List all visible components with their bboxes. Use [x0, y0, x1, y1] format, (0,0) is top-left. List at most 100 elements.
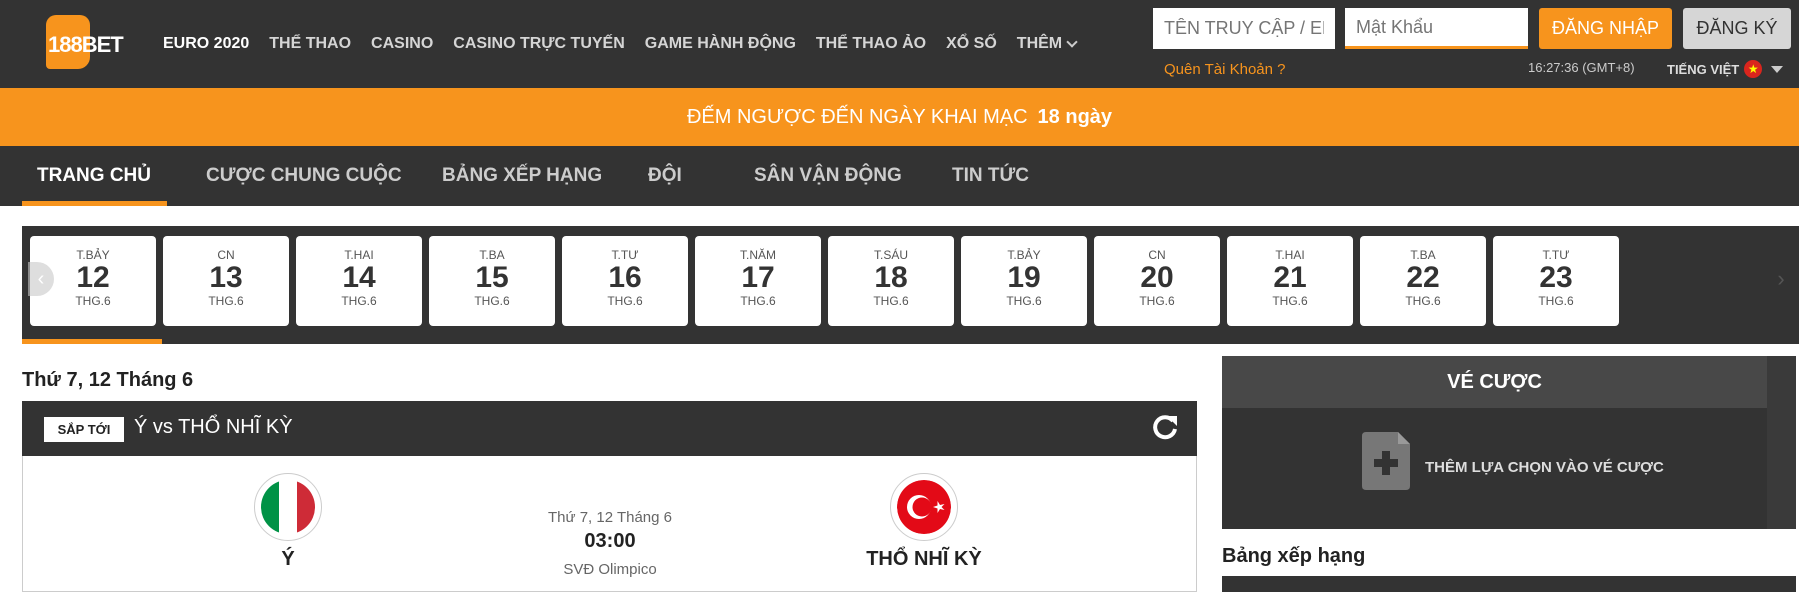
date-month: THG.6	[208, 294, 244, 308]
refresh-icon[interactable]	[1150, 412, 1180, 442]
date-card[interactable]: T.SÁU 18 THG.6	[828, 236, 954, 326]
date-day: 19	[1007, 261, 1041, 294]
countdown-text: ĐẾM NGƯỢC ĐẾN NGÀY KHAI MẠC	[686, 105, 1028, 128]
date-dow: T.BẢY	[1007, 248, 1041, 262]
nav-item-label: THÊM	[1016, 35, 1063, 52]
date-day: 15	[475, 261, 509, 294]
date-dow: CN	[1148, 248, 1166, 262]
date-dow: T.TƯ	[611, 248, 639, 262]
nav-item-label: EURO 2020	[163, 35, 250, 52]
language-label: TIẾNG VIỆT	[1667, 61, 1740, 77]
date-dow: T.NĂM	[740, 248, 776, 262]
forgot-account-link[interactable]: Quên Tài Khoản ?	[1164, 61, 1285, 78]
home-team-name: Ý	[281, 548, 295, 570]
match-date: Thứ 7, 12 Tháng 6	[547, 509, 672, 526]
date-month: THG.6	[1272, 294, 1308, 308]
date-day: 18	[874, 261, 908, 294]
date-day: 14	[342, 261, 376, 294]
nav-item-0[interactable]: EURO 2020	[163, 35, 249, 53]
date-dow: T.BA	[479, 248, 505, 262]
date-month: THG.6	[1405, 294, 1441, 308]
date-card[interactable]: CN 20 THG.6	[1094, 236, 1220, 326]
brand-logo[interactable]: 188BET	[46, 15, 130, 69]
date-day: 22	[1406, 261, 1440, 294]
match-time: 03:00	[584, 530, 636, 552]
carousel-position-indicator	[22, 339, 162, 344]
date-card[interactable]: T.TƯ 23 THG.6	[1493, 236, 1619, 326]
subnav-tab-5[interactable]: TIN TỨC	[952, 146, 1029, 206]
date-dow: T.HAI	[1275, 248, 1305, 262]
nav-item-7[interactable]: THÊM	[1016, 35, 1078, 53]
countdown-banner: ĐẾM NGƯỢC ĐẾN NGÀY KHAI MẠC 18 ngày	[0, 88, 1799, 146]
bet-slip-title: VÉ CƯỢC	[1222, 356, 1767, 408]
subnav-tab-0[interactable]: TRANG CHỦ	[37, 146, 151, 206]
chevron-right-icon[interactable]: ›	[1768, 262, 1794, 296]
status-badge: SẮP TỚI	[44, 417, 124, 442]
nav-item-label: THỂ THAO	[269, 35, 352, 52]
date-month: THG.6	[75, 294, 111, 308]
date-month: THG.6	[607, 294, 643, 308]
euro-subnav: TRANG CHỦ CƯỢC CHUNG CUỘC BẢNG XẾP HẠNG ĐỘI…	[0, 146, 1799, 206]
date-card[interactable]: T.BẢY 19 THG.6	[961, 236, 1087, 326]
nav-item-3[interactable]: CASINO TRỰC TUYẾN	[453, 35, 625, 53]
chevron-down-icon	[1066, 35, 1078, 48]
subnav-tab-1[interactable]: CƯỢC CHUNG CUỘC	[206, 146, 402, 206]
date-dow: T.BẢY	[76, 248, 110, 262]
date-day: 13	[209, 261, 243, 294]
logo-text: 188BET	[48, 32, 124, 57]
date-card[interactable]: T.BA 15 THG.6	[429, 236, 555, 326]
date-month: THG.6	[341, 294, 377, 308]
date-dow: T.BA	[1410, 248, 1436, 262]
date-card[interactable]: T.HAI 14 THG.6	[296, 236, 422, 326]
date-carousel: T.BẢY 12 THG.6 CN 13 THG.6 T.HAI 14 THG.6 T.BA 15 T…	[22, 226, 1799, 344]
nav-item-label: THỂ THAO ẢO	[815, 35, 927, 52]
date-month: THG.6	[1538, 294, 1574, 308]
date-heading: Thứ 7, 12 Tháng 6	[22, 369, 194, 391]
nav-item-4[interactable]: GAME HÀNH ĐỘNG	[645, 35, 796, 53]
turkey-flag-icon	[890, 473, 958, 541]
date-month: THG.6	[1006, 294, 1042, 308]
vietnam-flag-icon: ★	[1744, 60, 1763, 78]
date-dow: CN	[217, 248, 235, 262]
date-day: 23	[1539, 261, 1573, 294]
nav-item-label: CASINO	[371, 35, 434, 52]
nav-item-5[interactable]: THỂ THAO ẢO	[816, 35, 926, 53]
nav-item-label: CASINO TRỰC TUYẾN	[453, 35, 625, 52]
date-month: THG.6	[1139, 294, 1175, 308]
date-dow: T.SÁU	[873, 248, 908, 262]
bet-slip-scrollbar[interactable]	[1767, 356, 1796, 529]
language-selector[interactable]: TIẾNG VIỆT ★	[1667, 60, 1784, 78]
document-add-icon	[1362, 432, 1410, 490]
date-day: 17	[741, 261, 775, 294]
match-title[interactable]: Ý vs THỔ NHĨ KỲ	[134, 416, 293, 439]
date-card[interactable]: T.TƯ 16 THG.6	[562, 236, 688, 326]
date-month: THG.6	[740, 294, 776, 308]
date-month: THG.6	[873, 294, 909, 308]
date-card[interactable]: T.BA 22 THG.6	[1360, 236, 1486, 326]
countdown-days: 18 ngày	[1037, 105, 1113, 128]
italy-flag-icon	[254, 473, 322, 541]
date-card[interactable]: T.NĂM 17 THG.6	[695, 236, 821, 326]
subnav-tab-3[interactable]: ĐỘI	[648, 146, 682, 206]
password-input[interactable]	[1345, 8, 1528, 49]
date-card[interactable]: T.HAI 21 THG.6	[1227, 236, 1353, 326]
add-selection-label: THÊM LỰA CHỌN VÀO VÉ CƯỢC	[1425, 459, 1664, 476]
clock: 16:27:36 (GMT+8)	[1528, 60, 1635, 75]
nav-item-1[interactable]: THỂ THAO	[269, 35, 351, 53]
login-button[interactable]: ĐĂNG NHẬP	[1539, 8, 1672, 49]
caret-down-icon	[1771, 65, 1784, 73]
main-nav: EURO 2020 THỂ THAO CASINO CASINO TRỰC TUYẾN…	[163, 0, 1096, 88]
register-button[interactable]: ĐĂNG KÝ	[1683, 8, 1791, 49]
away-team-name: THỔ NHĨ KỲ	[866, 548, 982, 570]
date-card[interactable]: CN 13 THG.6	[163, 236, 289, 326]
date-day: 16	[608, 261, 642, 294]
standings-header	[1222, 576, 1796, 592]
nav-item-2[interactable]: CASINO	[371, 35, 433, 53]
nav-item-label: XỔ SỐ	[946, 35, 997, 52]
standings-title: Bảng xếp hạng	[1222, 545, 1366, 567]
nav-item-6[interactable]: XỔ SỐ	[946, 35, 997, 53]
subnav-tab-2[interactable]: BẢNG XẾP HẠNG	[442, 146, 602, 206]
subnav-tab-4[interactable]: SÂN VẬN ĐỘNG	[754, 146, 902, 206]
username-input[interactable]	[1153, 8, 1335, 49]
date-day: 21	[1273, 261, 1307, 294]
